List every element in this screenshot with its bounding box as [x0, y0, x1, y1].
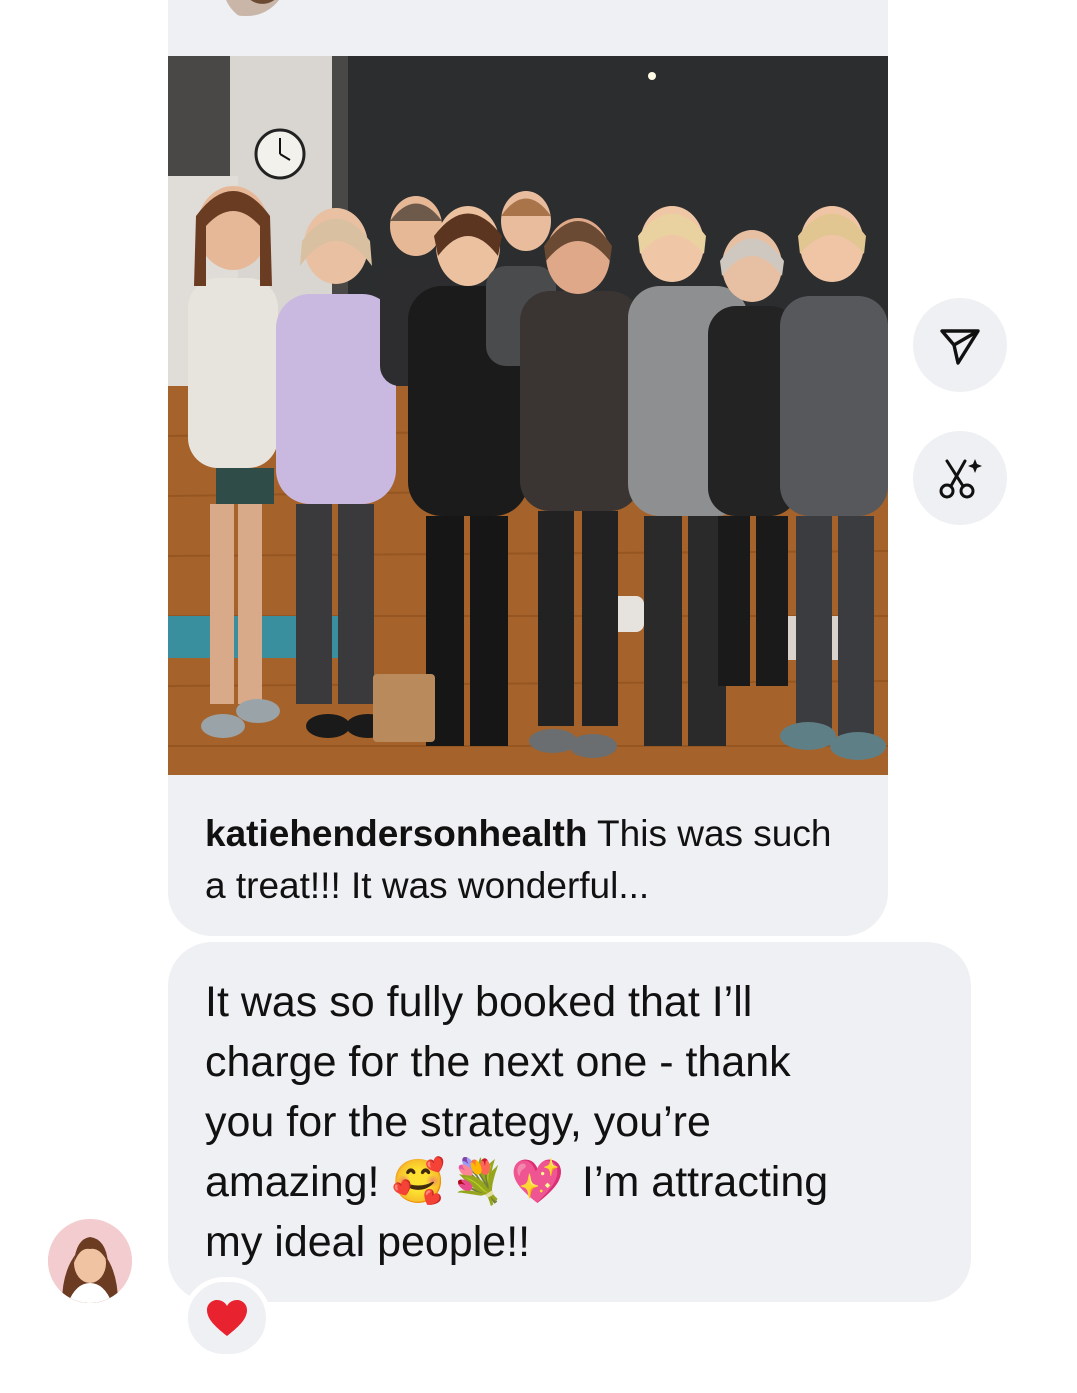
sender-avatar[interactable] [48, 1219, 132, 1303]
message-line-1: It was so fully booked that I’ll [205, 978, 753, 1026]
send-icon [940, 329, 980, 365]
message-emojis: 🥰💐💖 [391, 1158, 571, 1206]
group-photo-illustration [168, 56, 888, 775]
post-username[interactable]: katiehendersonhealth [205, 813, 587, 854]
avatar-image [48, 1219, 132, 1303]
post-caption: katiehendersonhealth This was such a tre… [205, 808, 845, 912]
previous-message-bubble [168, 0, 888, 56]
message-line-4: amazing! 🥰💐💖 I’m attracting [205, 1152, 945, 1212]
message-line-5: my ideal people!! [205, 1218, 531, 1266]
share-button[interactable] [913, 298, 1007, 392]
shared-post-card[interactable]: katiehendersonhealth This was such a tre… [168, 56, 888, 936]
message-line-3: you for the strategy, you’re [205, 1098, 711, 1146]
message-text: It was so fully booked that I’ll charge … [205, 972, 945, 1272]
heart-icon [207, 1300, 247, 1336]
sparkle-scissors-icon [939, 459, 982, 499]
message-line-4-pre: amazing! [205, 1158, 392, 1206]
heart-reaction[interactable] [183, 1277, 271, 1359]
message-line-4-post: I’m attracting [570, 1158, 829, 1206]
ai-edit-button[interactable] [913, 431, 1007, 525]
post-photo[interactable] [168, 56, 888, 775]
message-bubble[interactable]: It was so fully booked that I’ll charge … [168, 942, 971, 1302]
message-line-2: charge for the next one - thank [205, 1038, 791, 1086]
